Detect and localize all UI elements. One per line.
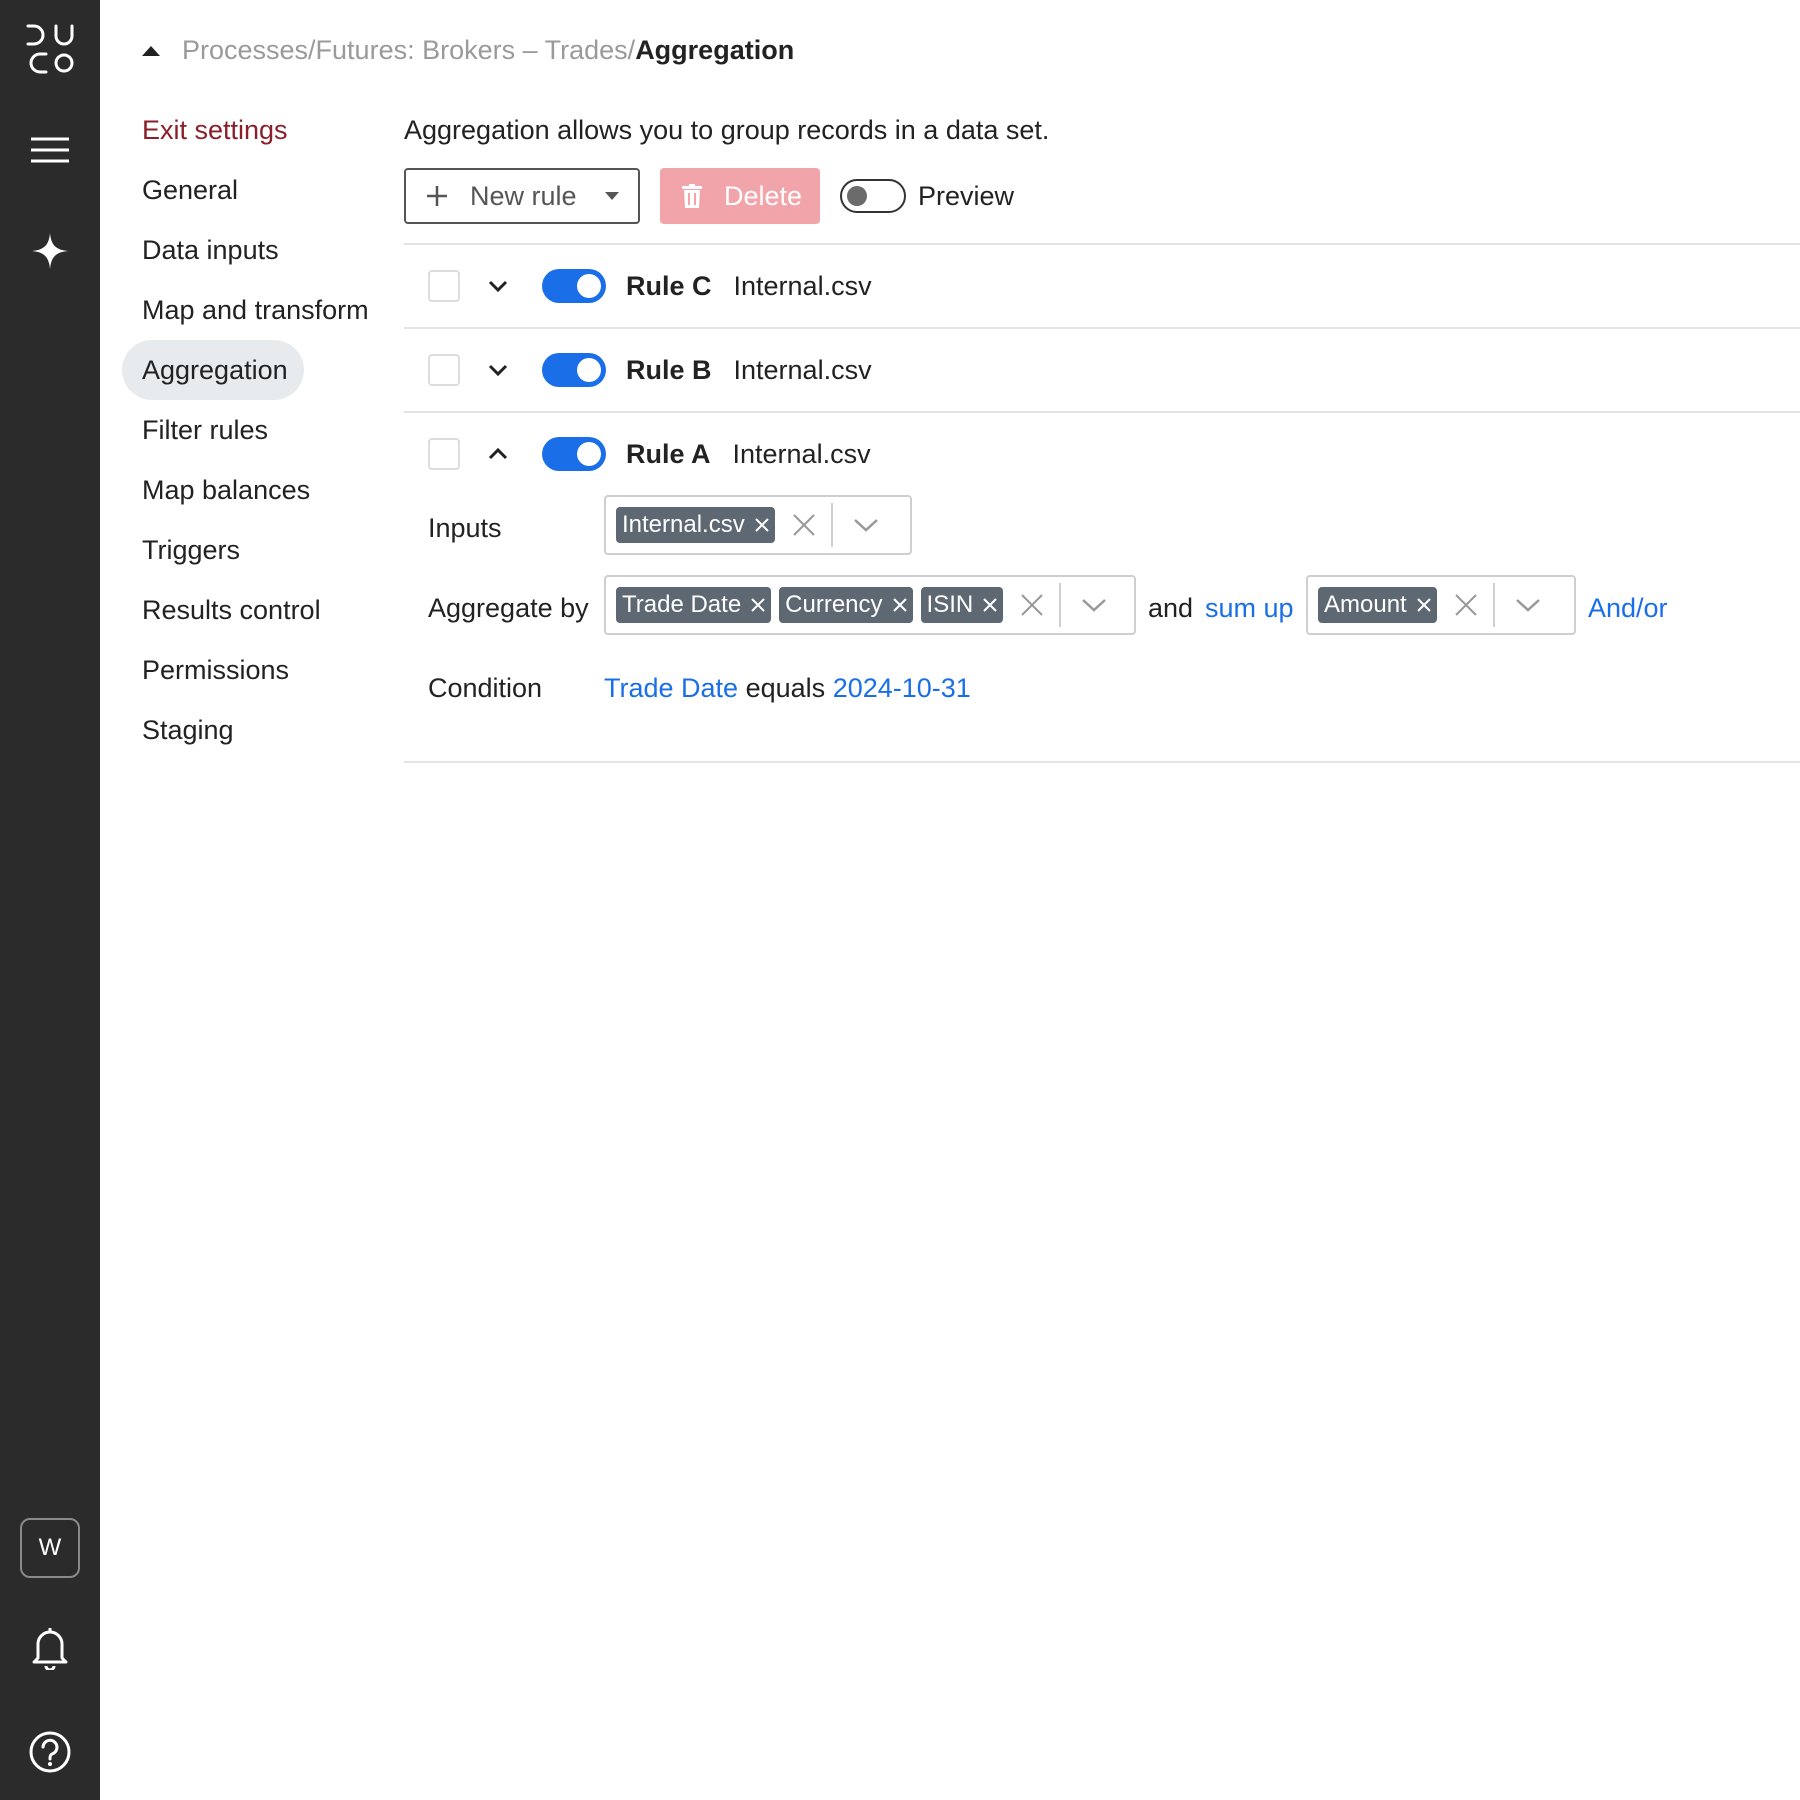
chevron-down-icon[interactable] [853,518,879,532]
nav-general[interactable]: General [122,160,382,220]
chevron-down-icon[interactable] [1515,598,1541,612]
chip-internal-csv: Internal.csv [616,507,775,543]
breadcrumb-current: Aggregation [635,34,795,65]
remove-chip-icon[interactable] [751,598,765,612]
rule-enabled-toggle[interactable] [542,353,606,387]
preview-toggle[interactable] [840,179,906,213]
main-content: Aggregation allows you to group records … [404,100,1800,763]
and-or-link[interactable]: And/or [1588,593,1668,624]
settings-nav: Exit settings General Data inputs Map an… [122,100,382,760]
sparkle-icon[interactable] [32,233,68,269]
chevron-up-icon[interactable] [488,448,508,460]
rule-enabled-toggle[interactable] [542,269,606,303]
preview-label: Preview [918,180,1015,211]
chevron-down-icon[interactable] [488,280,508,292]
select-separator [830,503,833,547]
rule-row: Rule B Internal.csv [404,327,1800,411]
nav-triggers[interactable]: Triggers [122,520,382,580]
nav-exit-settings[interactable]: Exit settings [122,100,382,160]
condition-field-link[interactable]: Trade Date [604,673,738,703]
chip-label: Amount [1324,591,1407,618]
rule-file: Internal.csv [732,438,871,469]
condition-operator: equals [745,673,826,703]
app-rail: W [0,0,100,1800]
condition-value-link[interactable]: 2024-10-31 [833,673,971,703]
nav-filter-rules[interactable]: Filter rules [122,400,382,460]
rule-name: Rule B [626,354,712,385]
chip-label: ISIN [926,591,974,618]
remove-chip-icon[interactable] [755,518,769,532]
rule-file: Internal.csv [733,270,872,301]
chip-label: Currency [785,591,883,618]
remove-chip-icon[interactable] [892,598,907,612]
chip-label: Trade Date [622,591,742,618]
bell-icon[interactable] [30,1626,70,1670]
rule-row: Rule A Internal.csv [404,411,1800,495]
toggle-knob [577,442,601,466]
help-icon[interactable] [28,1730,72,1774]
sum-up-select[interactable]: Amount [1306,575,1576,635]
rule-checkbox[interactable] [428,438,460,470]
rule-row: Rule C Internal.csv [404,243,1800,327]
clear-icon[interactable] [793,514,815,536]
inputs-label: Inputs [428,513,502,543]
nav-permissions[interactable]: Permissions [122,640,382,700]
nav-aggregation[interactable]: Aggregation [122,340,304,400]
toggle-knob [847,186,867,206]
rule-file: Internal.csv [733,354,872,385]
plus-icon [427,186,447,206]
condition-label: Condition [428,673,543,703]
delete-button[interactable]: Delete [660,168,820,224]
new-rule-label: New rule [470,180,577,211]
chip-amount: Amount [1318,587,1437,623]
sum-up-link[interactable]: sum up [1205,593,1294,624]
toolbar: New rule Delete Preview [404,168,1014,224]
and-text: and [1148,593,1194,623]
nav-results-control[interactable]: Results control [122,580,382,640]
nav-map-and-transform[interactable]: Map and transform [122,280,382,340]
aggregate-by-select[interactable]: Trade Date Currency ISIN [604,575,1136,635]
chip-label: Internal.csv [622,511,745,538]
collapse-caret-icon[interactable] [140,43,162,57]
nav-staging[interactable]: Staging [122,700,382,760]
clear-icon[interactable] [1021,594,1043,616]
select-separator [1059,583,1062,627]
aggregate-by-label: Aggregate by [428,593,589,623]
delete-label: Delete [724,180,803,211]
breadcrumb-path[interactable]: Processes/Futures: Brokers – Trades/ [182,35,635,66]
rule-detail: Inputs Internal.csv Aggregate by Trade D… [404,495,1800,763]
remove-chip-icon[interactable] [983,598,997,612]
nav-data-inputs[interactable]: Data inputs [122,220,382,280]
clear-icon[interactable] [1455,594,1477,616]
chip-isin: ISIN [920,587,1004,623]
rule-enabled-toggle[interactable] [542,437,606,471]
new-rule-button[interactable]: New rule [404,168,640,224]
breadcrumb: Processes/Futures: Brokers – Trades/ Agg… [140,30,794,70]
chip-currency: Currency [779,587,913,623]
workspace-avatar[interactable]: W [20,1518,80,1578]
rule-checkbox[interactable] [428,270,460,302]
inputs-select[interactable]: Internal.csv [604,495,912,555]
page-description: Aggregation allows you to group records … [404,114,1050,145]
rule-name: Rule A [626,438,711,469]
toggle-knob [577,358,601,382]
remove-chip-icon[interactable] [1417,598,1431,612]
rules-list: Rule C Internal.csv Rule B Internal.csv … [404,243,1800,763]
chip-trade-date: Trade Date [616,587,772,623]
nav-map-balances[interactable]: Map balances [122,460,382,520]
chevron-down-icon[interactable] [1081,598,1107,612]
trash-icon [682,184,702,208]
menu-icon[interactable] [31,137,69,163]
toggle-knob [577,274,601,298]
condition-expression: Trade Date equals 2024-10-31 [604,673,971,704]
select-separator [1492,583,1495,627]
dropdown-caret-icon [604,192,619,200]
rule-checkbox[interactable] [428,354,460,386]
rule-name: Rule C [626,270,712,301]
chevron-down-icon[interactable] [488,364,508,376]
duco-logo-icon[interactable] [24,22,76,76]
